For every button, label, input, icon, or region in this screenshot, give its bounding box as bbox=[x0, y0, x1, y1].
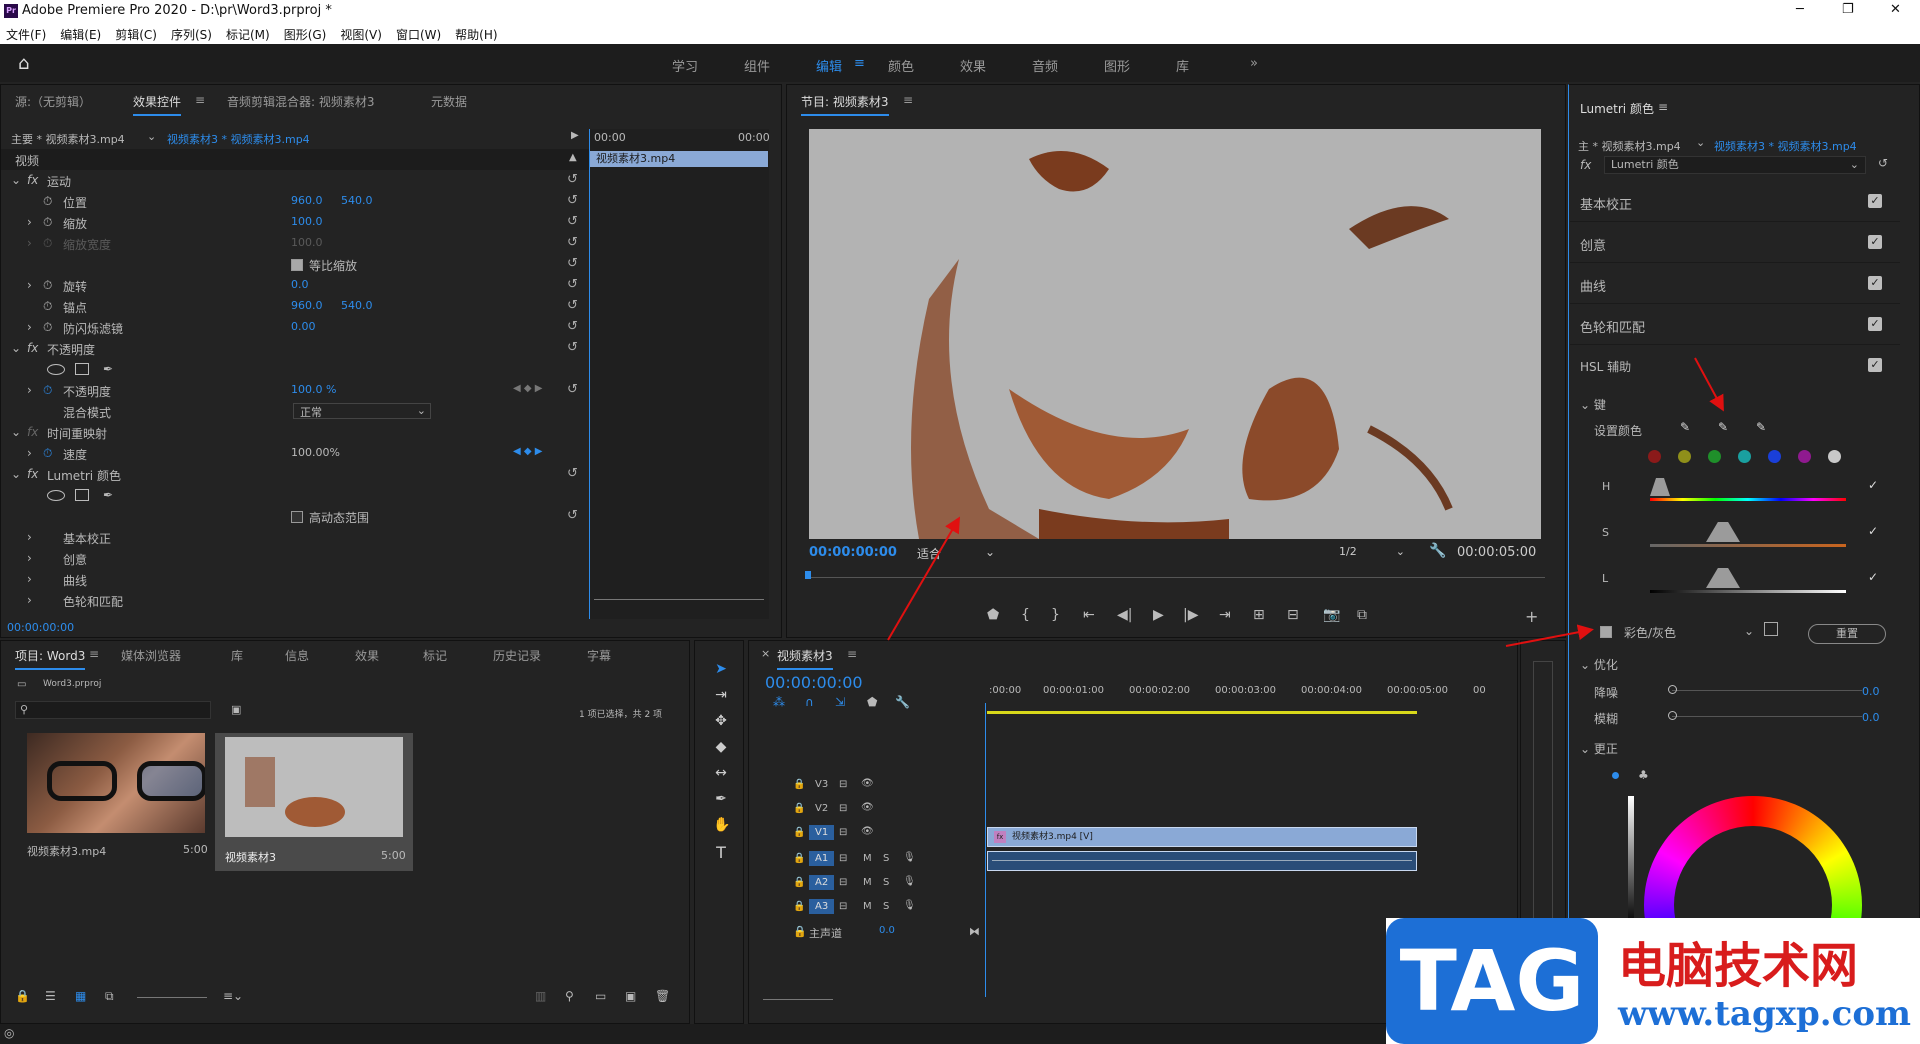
watermark-url: www.tagxp.com bbox=[1618, 994, 1911, 1034]
annotation-arrows bbox=[887, 357, 1724, 647]
watermark-logo: TAG bbox=[1386, 918, 1598, 1044]
watermark-site-name: 电脑技术网 bbox=[1618, 938, 1859, 994]
watermark: TAG 电脑技术网 www.tagxp.com bbox=[1386, 918, 1920, 1044]
